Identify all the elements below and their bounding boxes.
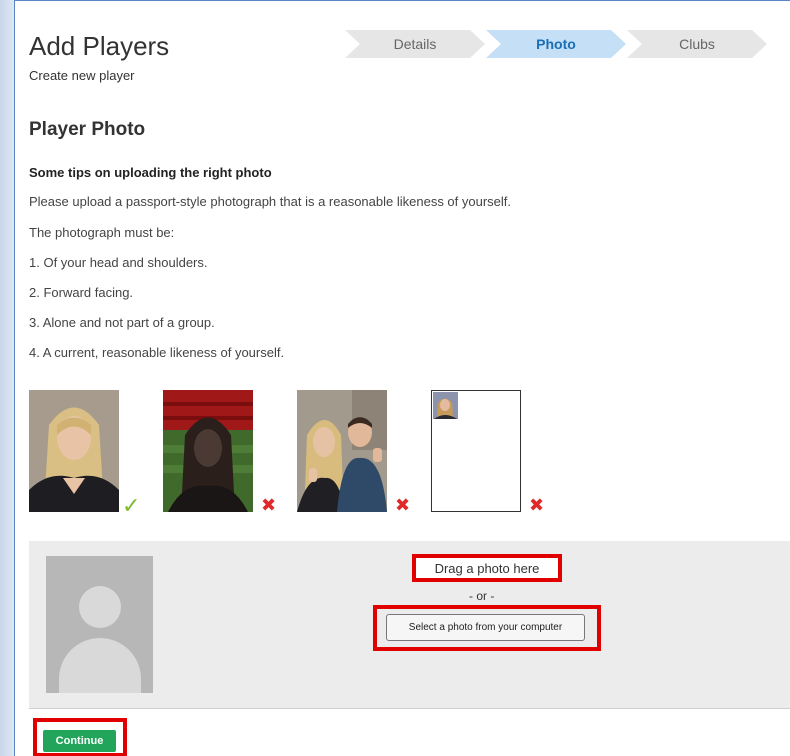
rule-item: 1. Of your head and shoulders. [29, 255, 208, 270]
drag-label: Drag a photo here [434, 560, 540, 576]
example-photo-bad-too-small [431, 390, 521, 512]
cross-icon: ✖ [261, 495, 277, 515]
page-title: Add Players [29, 31, 170, 61]
add-players-panel: Add Players Create new player Details Ph… [14, 0, 790, 756]
step-details[interactable]: Details [345, 30, 485, 58]
continue-button[interactable]: Continue [43, 730, 116, 752]
rule-item: 3. Alone and not part of a group. [29, 315, 215, 330]
tips-intro: Please upload a passport-style photograp… [29, 194, 512, 209]
step-clubs[interactable]: Clubs [627, 30, 767, 58]
example-photo-bad-group [297, 390, 387, 512]
tips-heading: Some tips on uploading the right photo [29, 165, 272, 180]
avatar-head-shape [79, 586, 121, 628]
page-subtitle: Create new player [29, 68, 135, 83]
rule-item: 4. A current, reasonable likeness of you… [29, 345, 285, 360]
tips-must-be: The photograph must be: [29, 225, 175, 240]
cross-icon: ✖ [529, 495, 545, 515]
rule-item: 2. Forward facing. [29, 285, 134, 300]
check-icon: ✓ [122, 493, 141, 518]
progress-stepper: Details Photo Clubs [345, 30, 768, 58]
example-photo-good [29, 390, 119, 512]
photo-upload-area[interactable]: Drag a photo here - or - Select a photo … [29, 541, 790, 709]
cross-icon: ✖ [395, 495, 411, 515]
or-separator: - or - [469, 589, 495, 603]
example-photo-bad-background [163, 390, 253, 512]
avatar-body-shape [59, 638, 141, 693]
avatar-placeholder [46, 556, 153, 693]
step-photo[interactable]: Photo [486, 30, 626, 58]
drag-drop-zone[interactable]: Drag a photo here [412, 554, 562, 582]
select-photo-button[interactable]: Select a photo from your computer [386, 614, 585, 641]
section-title: Player Photo [29, 119, 146, 140]
